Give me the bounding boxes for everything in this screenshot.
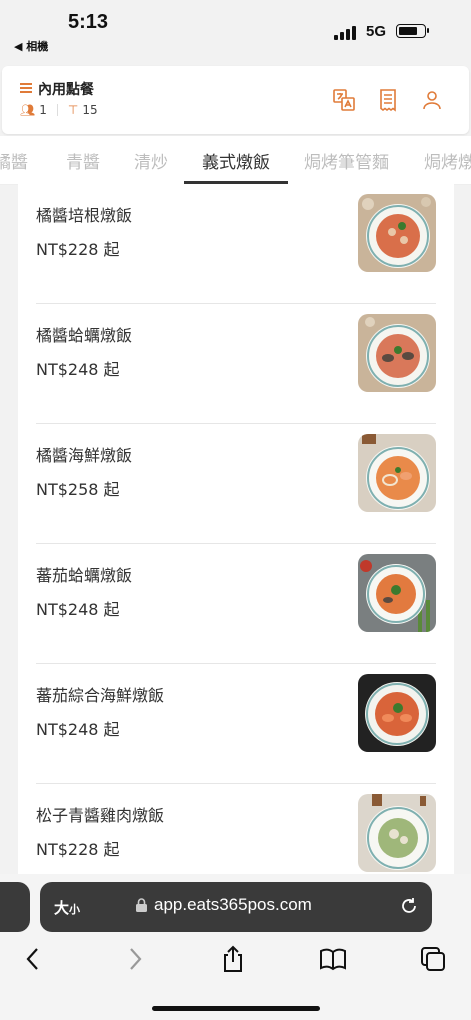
menu-list: 橘醬培根燉飯 NT$228 起 橘醬蛤蠣燉飯 NT$248 起 橘醬海鮮燉飯 N… bbox=[18, 184, 454, 874]
guest-count: 1 bbox=[39, 103, 47, 117]
back-to-camera-link[interactable]: ◀ 相機 bbox=[14, 38, 48, 54]
tab-stir-fry[interactable]: 清炒 bbox=[134, 148, 168, 173]
reload-icon[interactable] bbox=[398, 895, 420, 917]
list-item[interactable]: 橘醬蛤蠣燉飯 NT$248 起 bbox=[36, 304, 436, 424]
battery-icon bbox=[396, 24, 429, 38]
browser-toolbar: 大小 app.eats365pos.com bbox=[0, 874, 471, 1020]
hamburger-menu-icon[interactable] bbox=[20, 83, 32, 93]
table-number: 15 bbox=[82, 103, 98, 117]
item-price: NT$248 起 bbox=[36, 600, 120, 619]
translate-icon bbox=[333, 89, 355, 111]
order-receipt-button[interactable] bbox=[376, 88, 400, 112]
dish-photo bbox=[358, 434, 436, 512]
tab-baked-penne[interactable]: 焗烤筆管麵 bbox=[304, 148, 389, 173]
table-icon: ⊤ bbox=[67, 103, 79, 117]
dish-photo bbox=[358, 794, 436, 872]
tab-pesto[interactable]: 青醬 bbox=[66, 148, 100, 173]
url-text[interactable]: app.eats365pos.com bbox=[154, 895, 312, 915]
user-icon bbox=[423, 91, 441, 110]
dish-photo bbox=[358, 194, 436, 272]
item-name: 松子青醬雞肉燉飯 bbox=[36, 806, 165, 825]
order-meta: 👥︎ 1 ⊤ 15 bbox=[20, 103, 98, 117]
item-price: NT$228 起 bbox=[36, 840, 120, 859]
guests-icon: 👥︎ bbox=[20, 103, 36, 117]
dish-photo bbox=[358, 554, 436, 632]
item-price: NT$248 起 bbox=[36, 720, 120, 739]
network-type: 5G bbox=[366, 23, 387, 40]
app-header: 內用點餐 👥︎ 1 ⊤ 15 bbox=[2, 66, 469, 134]
dish-photo bbox=[358, 674, 436, 752]
tabs-icon[interactable] bbox=[418, 944, 448, 974]
receipt-icon bbox=[380, 89, 396, 112]
item-price: NT$248 起 bbox=[36, 360, 120, 379]
tab-baked-risotto[interactable]: 焗烤燉 bbox=[424, 148, 471, 173]
translate-button[interactable] bbox=[332, 88, 356, 112]
lock-icon bbox=[136, 898, 147, 912]
page-title[interactable]: 內用點餐 bbox=[38, 79, 94, 99]
list-item[interactable]: 蕃茄綜合海鮮燉飯 NT$248 起 bbox=[36, 664, 436, 784]
status-time: 5:13 bbox=[68, 11, 109, 33]
list-item[interactable]: 橘醬培根燉飯 NT$228 起 bbox=[36, 184, 436, 304]
category-tabs: 橘醬 青醬 清炒 義式燉飯 焗烤筆管麵 焗烤燉 bbox=[0, 136, 471, 185]
share-icon[interactable] bbox=[218, 944, 248, 974]
forward-icon[interactable] bbox=[120, 944, 150, 974]
list-item[interactable]: 松子青醬雞肉燉飯 NT$228 起 bbox=[36, 784, 436, 874]
item-price: NT$258 起 bbox=[36, 480, 120, 499]
item-price: NT$228 起 bbox=[36, 240, 120, 259]
status-bar: 5:13 ◀ 相機 5G bbox=[0, 0, 471, 60]
back-icon[interactable] bbox=[18, 944, 48, 974]
signal-icon bbox=[334, 24, 358, 40]
item-name: 蕃茄蛤蠣燉飯 bbox=[36, 566, 133, 585]
item-name: 橘醬海鮮燉飯 bbox=[36, 446, 133, 465]
tab-orange-sauce[interactable]: 橘醬 bbox=[0, 148, 28, 173]
dish-photo bbox=[358, 314, 436, 392]
item-name: 橘醬培根燉飯 bbox=[36, 206, 133, 225]
address-bar[interactable]: 大小 app.eats365pos.com bbox=[40, 882, 432, 932]
item-name: 橘醬蛤蠣燉飯 bbox=[36, 326, 133, 345]
list-item[interactable]: 橘醬海鮮燉飯 NT$258 起 bbox=[36, 424, 436, 544]
tab-risotto[interactable]: 義式燉飯 bbox=[202, 148, 270, 173]
bookmarks-icon[interactable] bbox=[318, 944, 348, 974]
previous-tab-pill[interactable] bbox=[0, 882, 30, 932]
text-size-button[interactable]: 大小 bbox=[54, 897, 80, 918]
account-button[interactable] bbox=[420, 88, 444, 112]
item-name: 蕃茄綜合海鮮燉飯 bbox=[36, 686, 165, 705]
home-indicator bbox=[152, 1006, 320, 1011]
list-item[interactable]: 蕃茄蛤蠣燉飯 NT$248 起 bbox=[36, 544, 436, 664]
